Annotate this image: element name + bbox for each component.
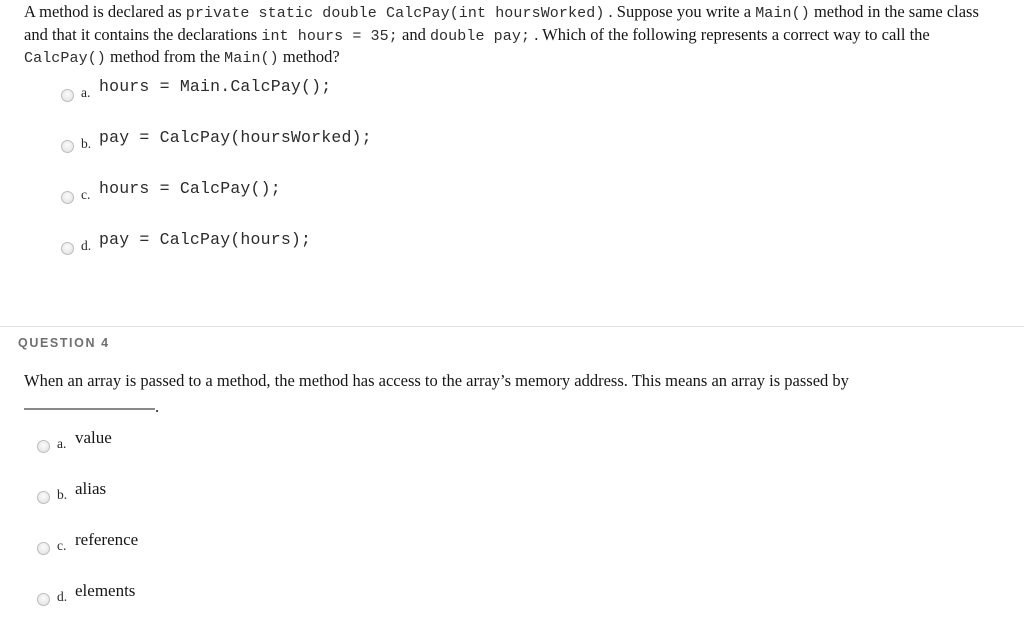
answer-letter-d: d. bbox=[81, 237, 92, 253]
radio-button-b[interactable] bbox=[61, 139, 74, 153]
radio-button-c[interactable] bbox=[37, 542, 50, 556]
answer-option-b[interactable]: b. alias bbox=[0, 477, 1024, 528]
stem-text: . Which of the following represents a co… bbox=[530, 24, 930, 44]
radio-button-b[interactable] bbox=[37, 491, 50, 505]
answer-option-b[interactable]: b. pay = CalcPay(hoursWorked); bbox=[24, 126, 1006, 177]
answer-letter-b: b. bbox=[57, 487, 68, 503]
answer-option-c[interactable]: c. reference bbox=[0, 528, 1024, 579]
blank-rule bbox=[24, 408, 155, 411]
quiz-page: A method is declared as private static d… bbox=[0, 0, 1024, 629]
answer-text-c: reference bbox=[75, 530, 139, 550]
answer-option-a[interactable]: a. value bbox=[0, 426, 1024, 477]
stem-text: When an array is passed to a method, the… bbox=[24, 370, 849, 390]
question-4-header: QUESTION 4 bbox=[18, 335, 110, 350]
answer-text-d: pay = CalcPay(hours); bbox=[99, 229, 312, 249]
answer-letter-d: d. bbox=[57, 589, 68, 605]
fill-in-blank: . bbox=[24, 395, 1006, 419]
question-4-answers: a. value b. alias c. reference d. elemen… bbox=[0, 426, 1024, 630]
stem-text: and bbox=[397, 24, 430, 44]
stem-text: method from the bbox=[105, 47, 225, 67]
blank-trailing-period: . bbox=[155, 397, 160, 417]
stem-text: A method is declared as bbox=[24, 2, 186, 21]
radio-button-a[interactable] bbox=[37, 440, 50, 454]
radio-button-d[interactable] bbox=[61, 241, 74, 255]
code-span-double-pay: double pay; bbox=[429, 27, 531, 45]
answer-letter-a: a. bbox=[81, 84, 91, 100]
answer-letter-c: c. bbox=[81, 186, 91, 202]
answer-text-d: elements bbox=[75, 581, 136, 601]
radio-button-d[interactable] bbox=[37, 593, 50, 607]
question-4-block: QUESTION 4 When an array is passed to a … bbox=[0, 327, 1024, 630]
answer-option-d[interactable]: d. elements bbox=[0, 579, 1024, 630]
question-3-answers: a. hours = Main.CalcPay(); b. pay = Calc… bbox=[24, 75, 1006, 279]
answer-text-b: alias bbox=[75, 479, 107, 499]
answer-text-b: pay = CalcPay(hoursWorked); bbox=[99, 127, 372, 147]
answer-letter-a: a. bbox=[57, 436, 67, 452]
code-span-method-signature: private static double CalcPay(int hoursW… bbox=[185, 5, 605, 22]
radio-button-a[interactable] bbox=[61, 88, 74, 102]
answer-option-a[interactable]: a. hours = Main.CalcPay(); bbox=[24, 75, 1006, 126]
code-span-main-1: Main() bbox=[755, 5, 810, 22]
radio-button-c[interactable] bbox=[61, 190, 74, 204]
code-span-int-hours: int hours = 35; bbox=[261, 27, 398, 45]
answer-option-c[interactable]: c. hours = CalcPay(); bbox=[24, 177, 1006, 228]
question-4-stem: When an array is passed to a method, the… bbox=[24, 371, 992, 392]
answer-letter-b: b. bbox=[81, 135, 92, 151]
answer-text-a: hours = Main.CalcPay(); bbox=[99, 76, 332, 96]
code-span-main-2: Main() bbox=[224, 50, 279, 68]
question-3-stem: A method is declared as private static d… bbox=[24, 0, 1006, 70]
answer-letter-c: c. bbox=[57, 538, 67, 554]
code-span-calcpay: CalcPay() bbox=[24, 50, 106, 68]
answer-text-a: value bbox=[75, 428, 112, 448]
question-3-block: A method is declared as private static d… bbox=[0, 0, 1024, 279]
stem-text: method? bbox=[278, 47, 340, 67]
stem-text: . Suppose you write a bbox=[604, 2, 756, 21]
answer-option-d[interactable]: d. pay = CalcPay(hours); bbox=[24, 228, 1006, 279]
answer-text-c: hours = CalcPay(); bbox=[99, 178, 281, 198]
